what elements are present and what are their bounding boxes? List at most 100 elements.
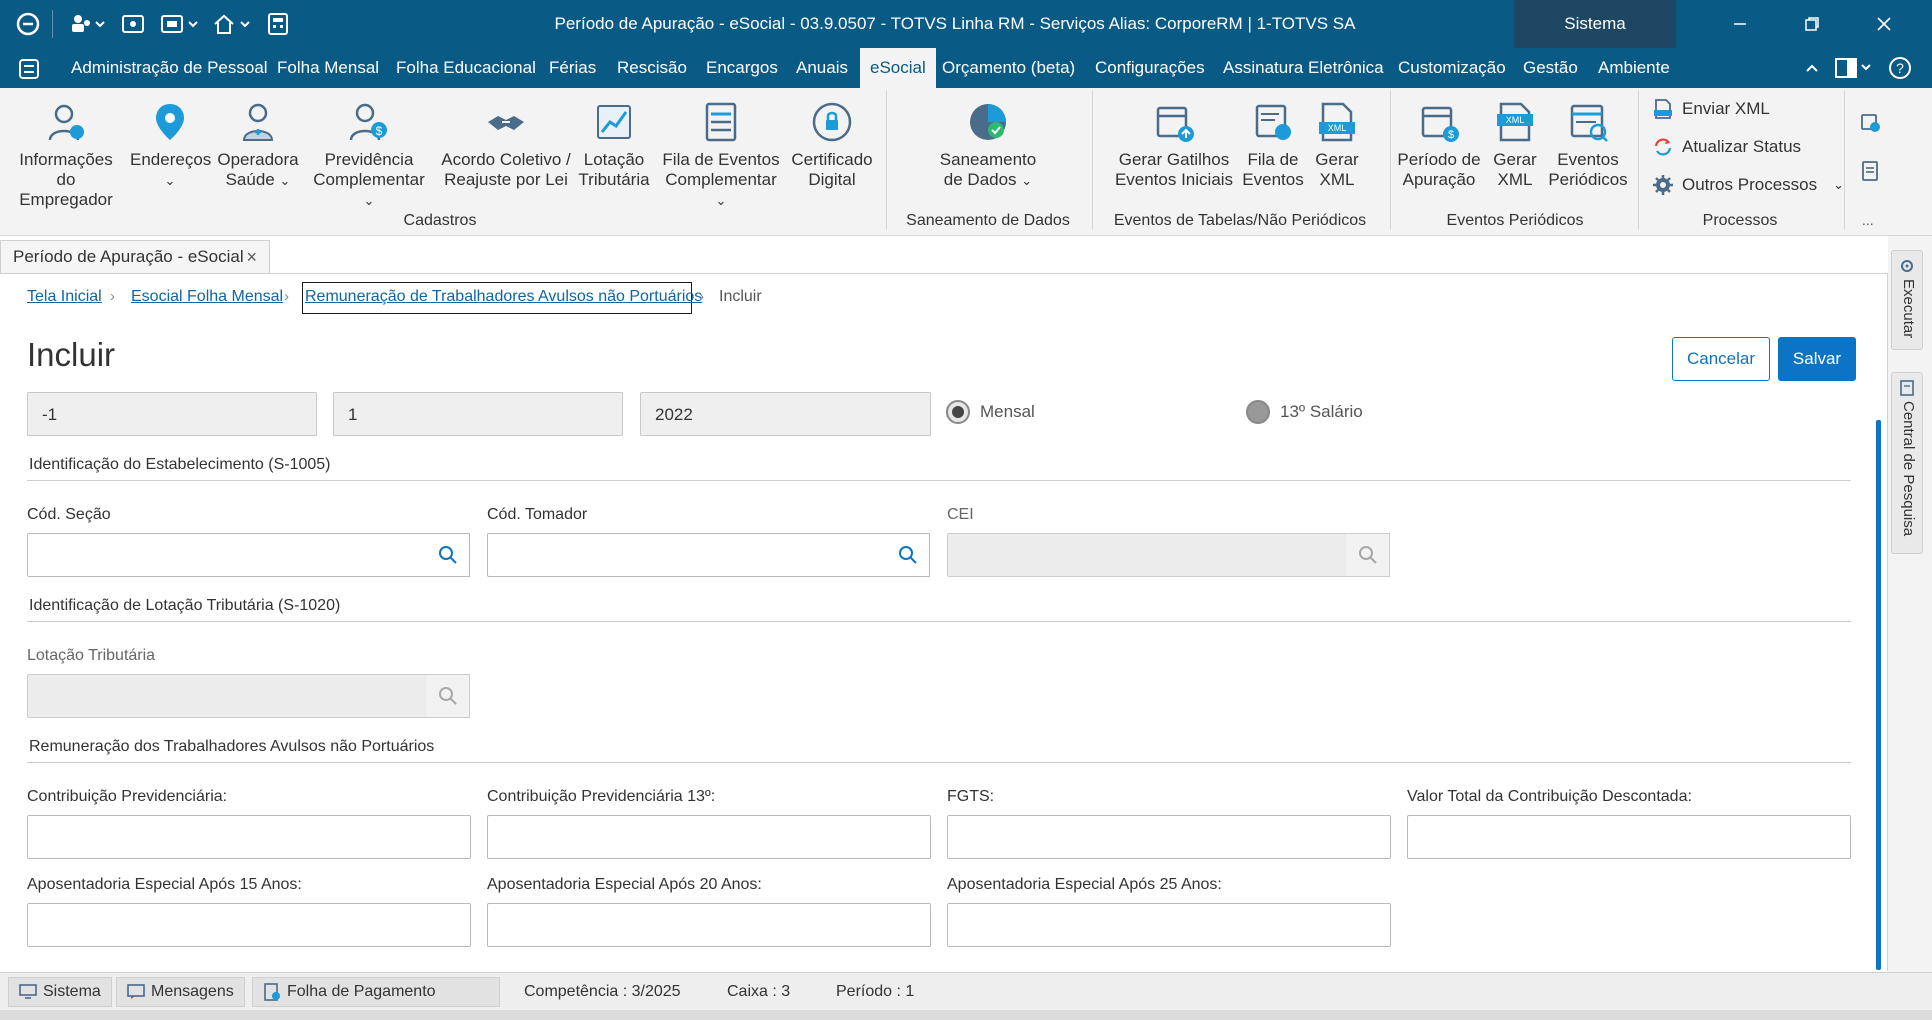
ribbon-label: Acordo Coletivo / — [441, 150, 571, 169]
ribbon-certificado-digital[interactable]: Certificado Digital — [790, 100, 874, 190]
ribbon-saneamento-dados[interactable]: Saneamento de Dados ⌄ — [928, 100, 1048, 191]
ribbon-previdencia-complementar[interactable]: $ Previdência Complementar ⌄ — [306, 100, 432, 211]
ribbon-acordo-coletivo[interactable]: Acordo Coletivo / Reajuste por Lei — [438, 100, 574, 190]
fgts-input[interactable] — [947, 815, 1391, 859]
minimize-button[interactable] — [1704, 0, 1776, 48]
chevron-down-icon: ⌄ — [164, 173, 176, 188]
menu-anuais[interactable]: Anuais — [796, 48, 848, 88]
cancel-button[interactable]: Cancelar — [1672, 337, 1770, 381]
label-apos-15: Aposentadoria Especial Após 15 Anos: — [27, 876, 302, 893]
totvs-logo-icon[interactable] — [12, 8, 44, 40]
period-field-year[interactable]: 2022 — [640, 392, 931, 436]
menu-ferias[interactable]: Férias — [549, 48, 596, 88]
ribbon-label: Previdência — [324, 150, 414, 169]
ribbon-label: Período de — [1397, 150, 1481, 169]
side-tab-executar[interactable]: Executar — [1891, 250, 1923, 350]
contrib-prev-input[interactable] — [27, 815, 471, 859]
calculator-icon[interactable] — [264, 8, 292, 40]
label-apos-20: Aposentadoria Especial Após 20 Anos: — [487, 876, 762, 893]
menu-ambiente[interactable]: Ambiente — [1598, 48, 1670, 88]
ribbon-label: XML — [1319, 170, 1355, 189]
ribbon-extra-icon[interactable] — [1860, 112, 1882, 139]
layout-dropdown-icon[interactable] — [1834, 57, 1874, 84]
ribbon-operadora-saude[interactable]: Operadora Saúde ⌄ — [216, 100, 300, 191]
ribbon-enviar-xml[interactable]: Enviar XML — [1652, 98, 1770, 120]
breadcrumb-esocial-folha-mensal[interactable]: Esocial Folha Mensal — [131, 288, 283, 306]
document-tab[interactable]: Período de Apuração - eSocial × — [0, 240, 270, 274]
ribbon-fila-eventos[interactable]: Fila de Eventos — [1240, 100, 1306, 190]
cod-tomador-search-button[interactable] — [886, 533, 930, 577]
ribbon-enderecos[interactable]: Endereços ⌄ — [130, 100, 211, 191]
status-periodo: Período : 1 — [836, 983, 915, 1000]
ribbon-atualizar-status[interactable]: Atualizar Status — [1652, 136, 1801, 158]
menu-folha-educacional[interactable]: Folha Educacional — [396, 48, 536, 88]
side-tab-central-pesquisa[interactable]: Central de Pesquisa — [1891, 372, 1923, 554]
breadcrumb-tela-inicial[interactable]: Tela Inicial — [27, 288, 102, 306]
status-sistema-button[interactable]: Sistema — [8, 977, 112, 1007]
ribbon-informacoes-empregador[interactable]: Informações do Empregador — [8, 100, 124, 210]
ribbon-label: XML — [1497, 170, 1533, 189]
ribbon-gerar-xml-tabelas[interactable]: XML Gerar XML — [1310, 100, 1364, 190]
apos-20-input[interactable] — [487, 903, 931, 947]
home-icon[interactable] — [210, 8, 254, 40]
radio-13-salario[interactable]: 13º Salário — [1246, 400, 1363, 424]
period-field-2[interactable]: 1 — [333, 392, 623, 436]
ribbon-lotacao-tributaria[interactable]: Lotação Tributária — [576, 100, 652, 190]
xml-file-icon: XML — [1497, 102, 1533, 142]
status-folha-pagamento-button[interactable]: Folha de Pagamento — [252, 977, 500, 1007]
menu-configuracoes[interactable]: Configurações — [1095, 48, 1205, 88]
ribbon-fila-eventos-complementar[interactable]: Fila de Eventos Complementar ⌄ — [658, 100, 784, 211]
ribbon-eventos-periodicos[interactable]: Eventos Periódicos — [1548, 100, 1628, 190]
scrollbar[interactable] — [1876, 420, 1881, 970]
health-operator-icon — [242, 103, 274, 141]
periodic-events-icon — [1570, 104, 1608, 142]
menu-orcamento[interactable]: Orçamento (beta) — [942, 48, 1075, 88]
menu-customizacao[interactable]: Customização — [1398, 48, 1506, 88]
apos-25-input[interactable] — [947, 903, 1391, 947]
menu-administracao-pessoal[interactable]: Administração de Pessoal — [71, 48, 268, 88]
period-field-1[interactable]: -1 — [27, 392, 317, 436]
apos-15-input[interactable] — [27, 903, 471, 947]
xml-file-icon: XML — [1319, 102, 1355, 142]
app-menu-icon[interactable] — [18, 58, 40, 85]
menu-encargos[interactable]: Encargos — [706, 48, 778, 88]
gear-icon — [1901, 260, 1913, 272]
ribbon-gerar-xml-periodicos[interactable]: XML Gerar XML — [1488, 100, 1542, 190]
status-mensagens-button[interactable]: Mensagens — [116, 977, 245, 1007]
label-lotacao-tributaria: Lotação Tributária — [27, 647, 156, 664]
valor-total-input[interactable] — [1407, 815, 1851, 859]
window-options-icon[interactable] — [158, 8, 202, 40]
ribbon: Informações do Empregador Endereços ⌄ Op… — [0, 88, 1932, 236]
users-dropdown-icon[interactable] — [66, 8, 108, 40]
gear-icon — [1653, 175, 1673, 195]
close-window-button[interactable] — [1848, 0, 1920, 48]
menu-gestao[interactable]: Gestão — [1523, 48, 1578, 88]
save-button[interactable]: Salvar — [1778, 337, 1856, 381]
breadcrumb-remuneracao[interactable]: Remuneração de Trabalhadores Avulsos não… — [305, 288, 702, 306]
preview-icon[interactable] — [118, 8, 148, 40]
system-label[interactable]: Sistema — [1514, 0, 1676, 48]
help-icon[interactable]: ? — [1888, 56, 1912, 85]
ribbon-label: do Empregador — [19, 170, 113, 209]
ribbon-gerar-gatilhos[interactable]: Gerar Gatilhos Eventos Iniciais — [1112, 100, 1236, 190]
menu-esocial[interactable]: eSocial — [860, 48, 936, 88]
ribbon-periodo-apuracao[interactable]: $ Período de Apuração — [1396, 100, 1482, 190]
close-tab-icon[interactable]: × — [246, 241, 257, 273]
ribbon-more[interactable]: ... — [1862, 212, 1874, 228]
cod-secao-search-button[interactable] — [426, 533, 470, 577]
radio-mensal[interactable]: Mensal — [946, 400, 1035, 424]
menu-folha-mensal[interactable]: Folha Mensal — [277, 48, 379, 88]
status-label: Mensagens — [151, 983, 234, 1000]
menu-assinatura-eletronica[interactable]: Assinatura Eletrônica — [1223, 48, 1384, 88]
contrib-prev-13-input[interactable] — [487, 815, 931, 859]
ribbon-extra-icon[interactable] — [1860, 160, 1882, 187]
menu-rescisao[interactable]: Rescisão — [617, 48, 687, 88]
ribbon-outros-processos[interactable]: Outros Processos ⌄ — [1652, 174, 1844, 196]
cod-secao-input[interactable] — [27, 533, 427, 577]
window-title: Período de Apuração - eSocial - 03.9.050… — [554, 14, 1356, 33]
restore-button[interactable] — [1776, 0, 1848, 48]
cod-tomador-input[interactable] — [487, 533, 887, 577]
handshake-icon — [488, 116, 524, 130]
ribbon-label: Reajuste por Lei — [444, 170, 568, 189]
collapse-ribbon-icon[interactable] — [1804, 60, 1820, 81]
